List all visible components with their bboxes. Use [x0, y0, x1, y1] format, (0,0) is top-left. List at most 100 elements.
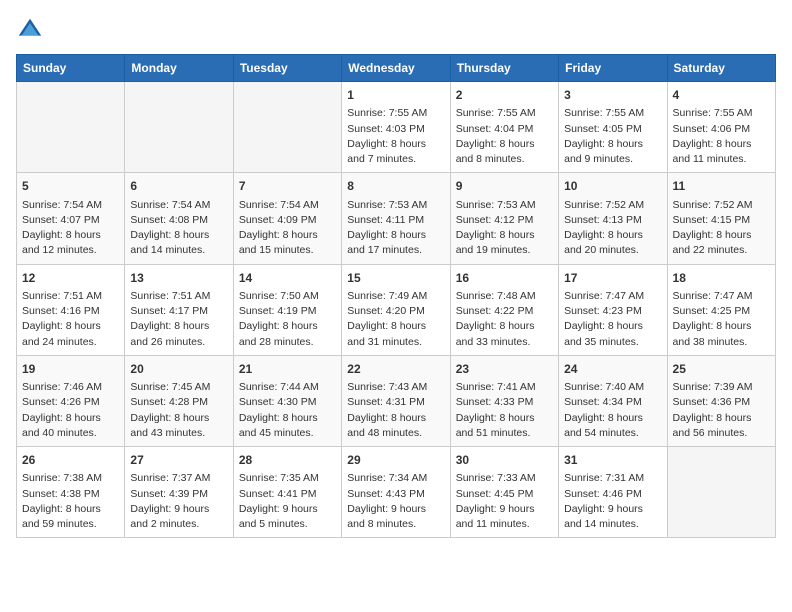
day-number: 25: [673, 361, 770, 378]
calendar-table: SundayMondayTuesdayWednesdayThursdayFrid…: [16, 54, 776, 538]
calendar-cell: 14Sunrise: 7:50 AMSunset: 4:19 PMDayligh…: [233, 264, 341, 355]
sunset-text: Sunset: 4:31 PM: [347, 395, 444, 410]
calendar-cell: 1Sunrise: 7:55 AMSunset: 4:03 PMDaylight…: [342, 82, 450, 173]
sunset-text: Sunset: 4:12 PM: [456, 213, 553, 228]
sunrise-text: Sunrise: 7:53 AM: [347, 198, 444, 213]
sunrise-text: Sunrise: 7:51 AM: [130, 289, 227, 304]
sunset-text: Sunset: 4:05 PM: [564, 122, 661, 137]
daylight-text: Daylight: 8 hours and 11 minutes.: [673, 137, 770, 167]
sunrise-text: Sunrise: 7:34 AM: [347, 471, 444, 486]
calendar-cell: 10Sunrise: 7:52 AMSunset: 4:13 PMDayligh…: [559, 173, 667, 264]
day-number: 26: [22, 452, 119, 469]
daylight-text: Daylight: 9 hours and 11 minutes.: [456, 502, 553, 532]
sunrise-text: Sunrise: 7:31 AM: [564, 471, 661, 486]
calendar-header-row: SundayMondayTuesdayWednesdayThursdayFrid…: [17, 55, 776, 82]
day-number: 30: [456, 452, 553, 469]
calendar-week-row: 12Sunrise: 7:51 AMSunset: 4:16 PMDayligh…: [17, 264, 776, 355]
sunset-text: Sunset: 4:08 PM: [130, 213, 227, 228]
day-number: 13: [130, 270, 227, 287]
page-header: [16, 16, 776, 44]
calendar-cell: 27Sunrise: 7:37 AMSunset: 4:39 PMDayligh…: [125, 447, 233, 538]
sunrise-text: Sunrise: 7:50 AM: [239, 289, 336, 304]
logo-icon: [16, 16, 44, 44]
sunrise-text: Sunrise: 7:49 AM: [347, 289, 444, 304]
sunset-text: Sunset: 4:20 PM: [347, 304, 444, 319]
sunset-text: Sunset: 4:41 PM: [239, 487, 336, 502]
sunrise-text: Sunrise: 7:45 AM: [130, 380, 227, 395]
sunrise-text: Sunrise: 7:47 AM: [564, 289, 661, 304]
calendar-cell: 19Sunrise: 7:46 AMSunset: 4:26 PMDayligh…: [17, 355, 125, 446]
day-header-friday: Friday: [559, 55, 667, 82]
calendar-cell: 29Sunrise: 7:34 AMSunset: 4:43 PMDayligh…: [342, 447, 450, 538]
sunrise-text: Sunrise: 7:43 AM: [347, 380, 444, 395]
day-number: 7: [239, 178, 336, 195]
sunset-text: Sunset: 4:36 PM: [673, 395, 770, 410]
calendar-cell: 6Sunrise: 7:54 AMSunset: 4:08 PMDaylight…: [125, 173, 233, 264]
daylight-text: Daylight: 8 hours and 15 minutes.: [239, 228, 336, 258]
sunset-text: Sunset: 4:16 PM: [22, 304, 119, 319]
logo: [16, 16, 48, 44]
calendar-cell: 28Sunrise: 7:35 AMSunset: 4:41 PMDayligh…: [233, 447, 341, 538]
calendar-cell: 22Sunrise: 7:43 AMSunset: 4:31 PMDayligh…: [342, 355, 450, 446]
day-number: 11: [673, 178, 770, 195]
calendar-cell: 30Sunrise: 7:33 AMSunset: 4:45 PMDayligh…: [450, 447, 558, 538]
day-number: 31: [564, 452, 661, 469]
day-number: 3: [564, 87, 661, 104]
daylight-text: Daylight: 8 hours and 48 minutes.: [347, 411, 444, 441]
sunset-text: Sunset: 4:04 PM: [456, 122, 553, 137]
daylight-text: Daylight: 8 hours and 56 minutes.: [673, 411, 770, 441]
sunset-text: Sunset: 4:13 PM: [564, 213, 661, 228]
sunrise-text: Sunrise: 7:55 AM: [673, 106, 770, 121]
daylight-text: Daylight: 8 hours and 26 minutes.: [130, 319, 227, 349]
daylight-text: Daylight: 8 hours and 8 minutes.: [456, 137, 553, 167]
sunset-text: Sunset: 4:39 PM: [130, 487, 227, 502]
daylight-text: Daylight: 8 hours and 24 minutes.: [22, 319, 119, 349]
day-header-saturday: Saturday: [667, 55, 775, 82]
day-header-wednesday: Wednesday: [342, 55, 450, 82]
sunset-text: Sunset: 4:19 PM: [239, 304, 336, 319]
sunset-text: Sunset: 4:15 PM: [673, 213, 770, 228]
calendar-week-row: 19Sunrise: 7:46 AMSunset: 4:26 PMDayligh…: [17, 355, 776, 446]
calendar-cell: 26Sunrise: 7:38 AMSunset: 4:38 PMDayligh…: [17, 447, 125, 538]
daylight-text: Daylight: 8 hours and 40 minutes.: [22, 411, 119, 441]
day-number: 9: [456, 178, 553, 195]
calendar-cell: [233, 82, 341, 173]
calendar-cell: 17Sunrise: 7:47 AMSunset: 4:23 PMDayligh…: [559, 264, 667, 355]
day-number: 24: [564, 361, 661, 378]
sunrise-text: Sunrise: 7:47 AM: [673, 289, 770, 304]
daylight-text: Daylight: 8 hours and 51 minutes.: [456, 411, 553, 441]
daylight-text: Daylight: 9 hours and 2 minutes.: [130, 502, 227, 532]
day-number: 8: [347, 178, 444, 195]
sunrise-text: Sunrise: 7:39 AM: [673, 380, 770, 395]
day-number: 6: [130, 178, 227, 195]
calendar-cell: 9Sunrise: 7:53 AMSunset: 4:12 PMDaylight…: [450, 173, 558, 264]
day-header-monday: Monday: [125, 55, 233, 82]
sunrise-text: Sunrise: 7:52 AM: [673, 198, 770, 213]
daylight-text: Daylight: 8 hours and 31 minutes.: [347, 319, 444, 349]
daylight-text: Daylight: 8 hours and 17 minutes.: [347, 228, 444, 258]
calendar-week-row: 5Sunrise: 7:54 AMSunset: 4:07 PMDaylight…: [17, 173, 776, 264]
calendar-cell: 5Sunrise: 7:54 AMSunset: 4:07 PMDaylight…: [17, 173, 125, 264]
calendar-cell: 15 Sunrise: 7:49 AMSunset: 4:20 PMDayligh…: [342, 264, 450, 355]
day-number: 17: [564, 270, 661, 287]
calendar-cell: [667, 447, 775, 538]
sunset-text: Sunset: 4:43 PM: [347, 487, 444, 502]
sunset-text: Sunset: 4:17 PM: [130, 304, 227, 319]
daylight-text: Daylight: 8 hours and 33 minutes.: [456, 319, 553, 349]
sunrise-text: Sunrise: 7:51 AM: [22, 289, 119, 304]
day-number: 15: [347, 270, 444, 287]
sunrise-text: Sunrise: 7:55 AM: [347, 106, 444, 121]
day-number: 10: [564, 178, 661, 195]
daylight-text: Daylight: 8 hours and 43 minutes.: [130, 411, 227, 441]
calendar-cell: 25 Sunrise: 7:39 AMSunset: 4:36 PMDayligh…: [667, 355, 775, 446]
day-header-thursday: Thursday: [450, 55, 558, 82]
calendar-cell: [125, 82, 233, 173]
day-number: 12: [22, 270, 119, 287]
calendar-cell: 2Sunrise: 7:55 AMSunset: 4:04 PMDaylight…: [450, 82, 558, 173]
calendar-cell: 8Sunrise: 7:53 AMSunset: 4:11 PMDaylight…: [342, 173, 450, 264]
daylight-text: Daylight: 8 hours and 22 minutes.: [673, 228, 770, 258]
day-number: 19: [22, 361, 119, 378]
day-number: 23: [456, 361, 553, 378]
calendar-week-row: 1Sunrise: 7:55 AMSunset: 4:03 PMDaylight…: [17, 82, 776, 173]
sunset-text: Sunset: 4:25 PM: [673, 304, 770, 319]
